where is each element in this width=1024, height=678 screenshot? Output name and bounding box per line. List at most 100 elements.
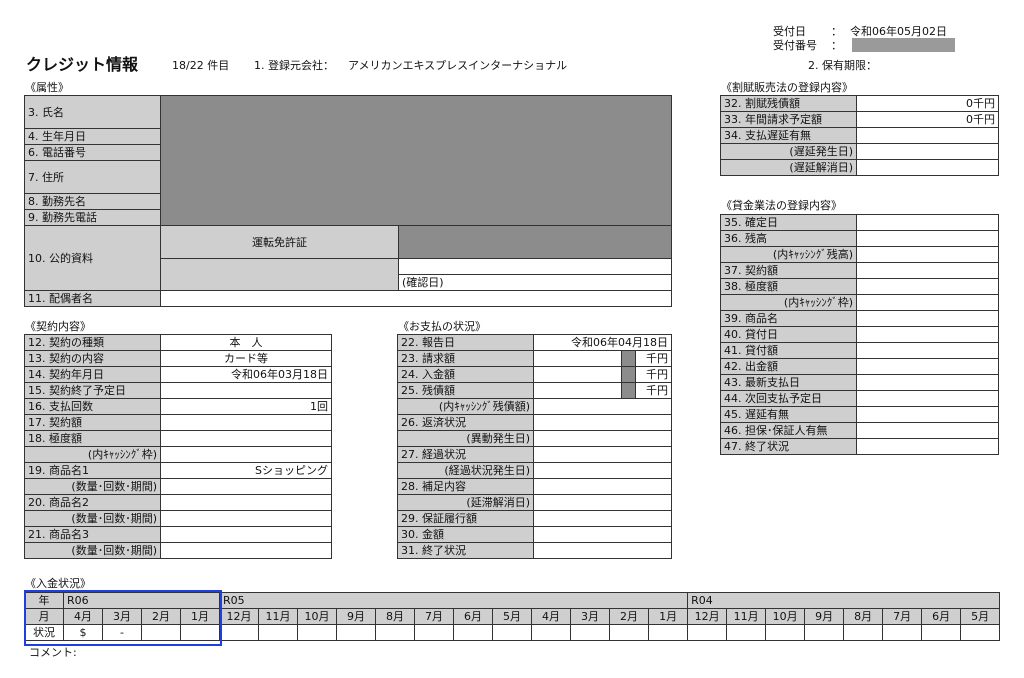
payment-label: 27. 経過状況	[397, 446, 534, 463]
contract-label: 16. 支払回数	[24, 398, 161, 415]
receipt-date-label: 受付日	[773, 25, 806, 38]
lending-row: 41. 貸付額	[720, 342, 999, 359]
payment-label: (異動発生日)	[397, 430, 534, 447]
payment-label: 24. 入金額	[397, 366, 534, 383]
deposit-month: 11月	[726, 608, 767, 625]
installment-row: 32. 割賦残債額 0千円	[720, 95, 999, 112]
payment-value	[533, 350, 622, 367]
lending-row: 40. 貸付日	[720, 326, 999, 343]
deposit-status	[726, 624, 767, 641]
payment-label: 31. 終了状況	[397, 542, 534, 559]
lending-row: (内ｷｬｯｼﾝｸﾞ残高)	[720, 246, 999, 263]
deposit-month: 8月	[843, 608, 884, 625]
payment-unit: 千円	[634, 350, 673, 367]
receipt-number-label: 受付番号	[773, 39, 817, 52]
installment-value	[856, 159, 999, 176]
payment-value	[532, 446, 673, 463]
installment-label: 33. 年間請求予定額	[720, 111, 857, 128]
deposit-month: 11月	[258, 608, 299, 625]
lending-row: 38. 極度額	[720, 278, 999, 295]
installment-row: (遅延発生日)	[720, 143, 999, 160]
money-lending-section-title: 《貸金業法の登録内容》	[721, 199, 842, 212]
lending-label: 40. 貸付日	[720, 326, 857, 343]
contract-value: 本 人	[160, 334, 332, 351]
payment-row: (延滞解消日)	[397, 494, 673, 511]
deposit-month: 3月	[102, 608, 142, 625]
deposit-status	[843, 624, 884, 641]
retention-label: 2. 保有期限：	[808, 59, 877, 72]
lending-label: 42. 出金額	[720, 358, 857, 375]
payment-unit: 千円	[634, 382, 673, 399]
deposit-status	[258, 624, 299, 641]
deposit-status	[765, 624, 806, 641]
page-title: クレジット情報	[26, 55, 139, 74]
contract-value: 令和06年03月18日	[160, 366, 332, 383]
deposit-month: 6月	[453, 608, 494, 625]
reg-company-value: アメリカンエキスプレスインターナショナル	[348, 59, 568, 72]
installment-table: 32. 割賦残債額 0千円 33. 年間請求予定額 0千円 34. 支払遅延有無 (遅延発…	[720, 95, 999, 176]
contract-row: 15. 契約終了予定日	[24, 382, 332, 399]
deposit-month: 2月	[141, 608, 181, 625]
contract-row: 17. 契約額	[24, 414, 332, 431]
payment-section-title: 《お支払の状況》	[398, 320, 486, 333]
contract-value	[160, 430, 332, 447]
deposit-month: 6月	[921, 608, 962, 625]
contract-label: 15. 契約終了予定日	[24, 382, 161, 399]
lending-label: 45. 遅延有無	[720, 406, 857, 423]
payment-value	[532, 510, 673, 527]
deposit-status	[609, 624, 650, 641]
payment-label: (内ｷｬｯｼﾝｸﾞ残債額)	[397, 398, 534, 415]
receipt-number-redacted	[852, 38, 955, 52]
payment-redacted	[621, 366, 636, 383]
lending-row: 42. 出金額	[720, 358, 999, 375]
lending-value	[856, 342, 999, 359]
deposit-status	[882, 624, 923, 641]
deposit-status	[960, 624, 1001, 641]
payment-value	[532, 542, 673, 559]
lending-row: 47. 終了状況	[720, 438, 999, 455]
name-label: 3. 氏名	[24, 95, 161, 129]
payment-label: 28. 補足内容	[397, 478, 534, 495]
contract-value	[160, 494, 332, 511]
contract-value: カード等	[160, 350, 332, 367]
license-blank	[160, 258, 399, 291]
deposit-month: 1月	[179, 608, 221, 625]
installment-section-title: 《割賦販売法の登録内容》	[721, 81, 853, 94]
lending-label: 43. 最新支払日	[720, 374, 857, 391]
lending-label: 47. 終了状況	[720, 438, 857, 455]
lending-value	[856, 406, 999, 423]
lending-value	[856, 230, 999, 247]
contract-label: 14. 契約年月日	[24, 366, 161, 383]
lending-label: (内ｷｬｯｼﾝｸﾞ残高)	[720, 246, 857, 263]
payment-label: 25. 残債額	[397, 382, 534, 399]
deposit-status: $	[63, 624, 103, 641]
phone-label: 6. 電話番号	[24, 144, 161, 161]
payment-row: (内ｷｬｯｼﾝｸﾞ残債額)	[397, 398, 673, 415]
receipt-number-sep: ：	[831, 39, 842, 52]
deposit-month: 12月	[687, 608, 728, 625]
payment-row: 22. 報告日 令和06年04月18日	[397, 334, 673, 351]
contract-section-title: 《契約内容》	[25, 320, 91, 333]
lending-label: 44. 次回支払予定日	[720, 390, 857, 407]
lending-row: 43. 最新支払日	[720, 374, 999, 391]
deposit-month: 1月	[648, 608, 689, 625]
lending-value	[856, 262, 999, 279]
deposit-status	[492, 624, 533, 641]
deposit-status	[687, 624, 728, 641]
contract-row: (数量･回数･期間)	[24, 542, 332, 559]
lending-value	[856, 278, 999, 295]
lending-value	[856, 326, 999, 343]
installment-label: (遅延解消日)	[720, 159, 857, 176]
lending-label: 37. 契約額	[720, 262, 857, 279]
contract-row: (数量･回数･期間)	[24, 478, 332, 495]
contract-row: 19. 商品名1 Sショッピング	[24, 462, 332, 479]
installment-value: 0千円	[856, 111, 999, 128]
payment-value	[533, 382, 622, 399]
deposit-status: -	[102, 624, 142, 641]
address-label: 7. 住所	[24, 160, 161, 194]
installment-row: 34. 支払遅延有無	[720, 127, 999, 144]
contract-label: 19. 商品名1	[24, 462, 161, 479]
payment-row: 30. 金額	[397, 526, 673, 543]
contract-table: 12. 契約の種類本 人 13. 契約の内容 カード等 14. 契約年月日 令和06年0…	[24, 334, 332, 559]
contract-value	[160, 542, 332, 559]
